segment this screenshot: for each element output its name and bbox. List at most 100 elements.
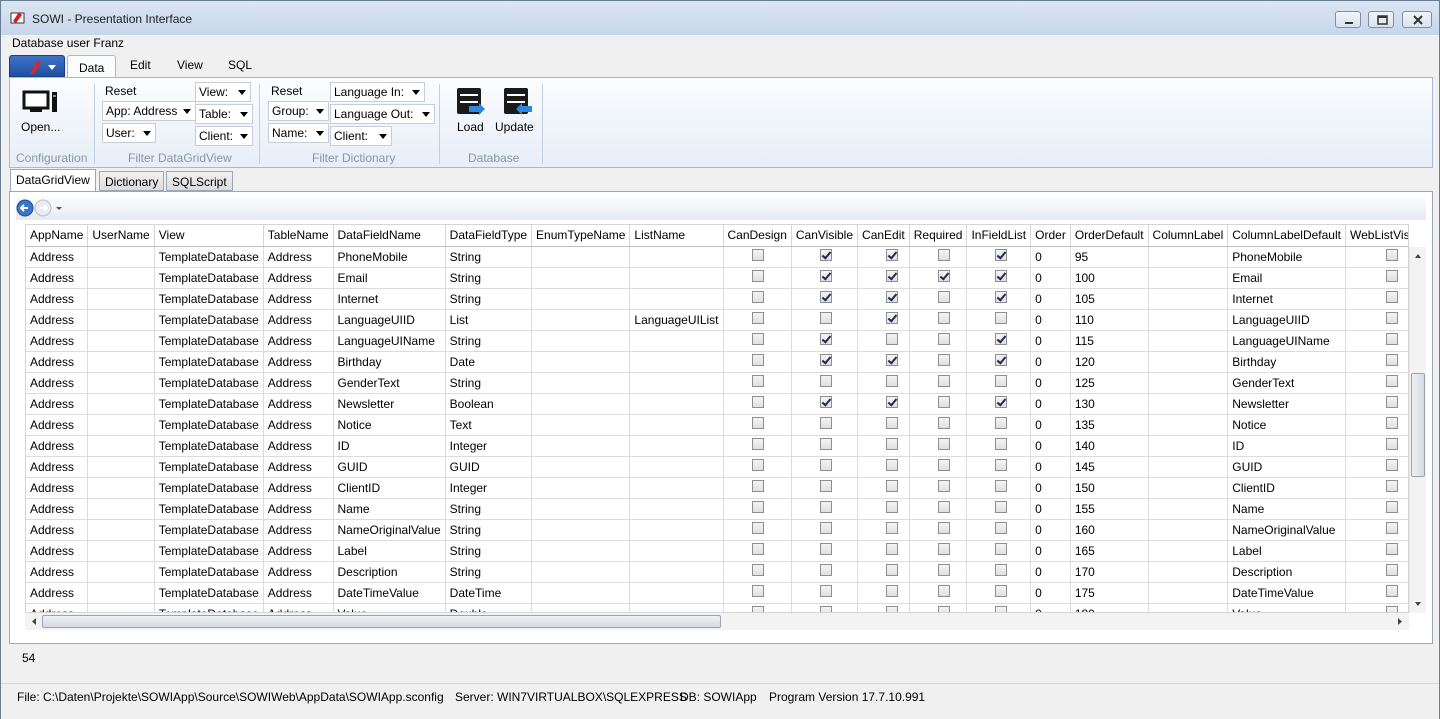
checkbox-cell[interactable] xyxy=(909,372,968,394)
table-cell[interactable] xyxy=(531,519,631,541)
checkbox-unchecked[interactable] xyxy=(886,606,899,612)
table-cell[interactable]: Address xyxy=(26,393,89,415)
table-cell[interactable] xyxy=(629,456,724,478)
tab-view[interactable]: View xyxy=(177,58,203,72)
checkbox-unchecked[interactable] xyxy=(1385,417,1398,430)
table-cell[interactable]: Address xyxy=(263,498,334,520)
table-cell[interactable]: String xyxy=(445,540,533,562)
checkbox-cell[interactable] xyxy=(723,540,792,562)
table-cell[interactable] xyxy=(531,435,631,457)
table-cell[interactable] xyxy=(531,540,631,562)
column-header[interactable]: AppName xyxy=(26,225,89,247)
table-cell[interactable] xyxy=(629,582,724,604)
table-cell[interactable]: 130 xyxy=(1070,393,1149,415)
table-cell[interactable] xyxy=(1148,330,1229,352)
checkbox-unchecked[interactable] xyxy=(819,564,832,577)
checkbox-cell[interactable] xyxy=(966,435,1032,457)
checkbox-cell[interactable] xyxy=(1345,519,1408,541)
table-cell[interactable]: Text xyxy=(445,414,533,436)
column-header[interactable]: InFieldList xyxy=(966,225,1032,247)
table-cell[interactable]: Address xyxy=(26,351,89,373)
table-cell[interactable]: 0 xyxy=(1030,603,1071,612)
table-cell[interactable]: Address xyxy=(26,498,89,520)
data-grid[interactable]: AppName UserName View TableName DataFieldNam… xyxy=(25,224,1409,613)
checkbox-unchecked[interactable] xyxy=(751,312,764,325)
checkbox-unchecked[interactable] xyxy=(819,375,832,388)
table-cell[interactable] xyxy=(87,267,155,289)
table-row[interactable]: Address TemplateDatabase Address PhoneMobil… xyxy=(26,246,1408,268)
table-cell[interactable]: Address xyxy=(26,246,89,268)
column-header[interactable]: DataFieldName xyxy=(333,225,446,247)
checkbox-cell[interactable] xyxy=(1345,393,1408,415)
table-cell[interactable]: Address xyxy=(26,477,89,499)
table-cell[interactable]: GUID xyxy=(333,456,446,478)
checkbox-unchecked[interactable] xyxy=(886,564,899,577)
checkbox-cell[interactable] xyxy=(723,561,792,583)
checkbox-unchecked[interactable] xyxy=(995,438,1008,451)
table-cell[interactable]: Address xyxy=(26,561,89,583)
checkbox-cell[interactable] xyxy=(1345,456,1408,478)
checkbox-unchecked[interactable] xyxy=(937,354,950,367)
table-cell[interactable]: Address xyxy=(26,456,89,478)
vertical-scrollbar[interactable] xyxy=(1409,247,1426,613)
checkbox-unchecked[interactable] xyxy=(937,606,950,612)
checkbox-cell[interactable] xyxy=(909,309,968,331)
checkbox-cell[interactable] xyxy=(909,540,968,562)
table-row[interactable]: Address TemplateDatabase Address Descriptio… xyxy=(26,561,1408,583)
column-header[interactable]: CanEdit xyxy=(857,225,910,247)
table-cell[interactable]: Label xyxy=(1227,540,1346,562)
checkbox-cell[interactable] xyxy=(723,246,792,268)
table-cell[interactable]: LanguageUIName xyxy=(1227,330,1346,352)
tab-sql[interactable]: SQL xyxy=(228,58,252,72)
checkbox-cell[interactable] xyxy=(1345,372,1408,394)
table-cell[interactable] xyxy=(87,351,155,373)
table-cell[interactable] xyxy=(531,309,631,331)
table-cell[interactable] xyxy=(531,582,631,604)
table-cell[interactable] xyxy=(629,393,724,415)
table-cell[interactable]: Address xyxy=(26,582,89,604)
table-cell[interactable]: 0 xyxy=(1030,540,1071,562)
checkbox-cell[interactable] xyxy=(723,288,792,310)
table-cell[interactable]: NameOriginalValue xyxy=(1227,519,1346,541)
table-cell[interactable] xyxy=(1148,267,1229,289)
table-cell[interactable] xyxy=(1148,456,1229,478)
checkbox-checked[interactable] xyxy=(995,270,1008,283)
checkbox-unchecked[interactable] xyxy=(995,480,1008,493)
table-cell[interactable] xyxy=(1148,414,1229,436)
table-cell[interactable]: String xyxy=(445,561,533,583)
checkbox-checked[interactable] xyxy=(995,291,1008,304)
tab-data[interactable]: Data xyxy=(67,55,117,79)
checkbox-cell[interactable] xyxy=(791,267,859,289)
checkbox-cell[interactable] xyxy=(1345,561,1408,583)
table-cell[interactable]: Address xyxy=(26,603,89,612)
checkbox-unchecked[interactable] xyxy=(751,333,764,346)
checkbox-unchecked[interactable] xyxy=(886,501,899,514)
table-row[interactable]: Address TemplateDatabase Address NameOrigin… xyxy=(26,519,1408,541)
checkbox-unchecked[interactable] xyxy=(1385,480,1398,493)
checkbox-unchecked[interactable] xyxy=(751,270,764,283)
table-cell[interactable]: Address xyxy=(263,372,334,394)
table-cell[interactable]: 0 xyxy=(1030,435,1071,457)
checkbox-cell[interactable] xyxy=(791,246,859,268)
table-cell[interactable]: Address xyxy=(263,561,334,583)
table-cell[interactable]: ClientID xyxy=(1227,477,1346,499)
checkbox-cell[interactable] xyxy=(723,519,792,541)
table-cell[interactable]: Address xyxy=(263,435,334,457)
scroll-right-icon[interactable] xyxy=(1393,613,1407,630)
table-cell[interactable]: ClientID xyxy=(333,477,446,499)
checkbox-cell[interactable] xyxy=(909,288,968,310)
checkbox-unchecked[interactable] xyxy=(886,459,899,472)
checkbox-cell[interactable] xyxy=(723,498,792,520)
table-cell[interactable]: 145 xyxy=(1070,456,1149,478)
table-cell[interactable]: Address xyxy=(263,456,334,478)
table-row[interactable]: Address TemplateDatabase Address Label Strin… xyxy=(26,540,1408,562)
checkbox-cell[interactable] xyxy=(909,267,968,289)
table-cell[interactable] xyxy=(1148,435,1229,457)
checkbox-unchecked[interactable] xyxy=(1385,354,1398,367)
checkbox-checked[interactable] xyxy=(819,396,832,409)
table-cell[interactable] xyxy=(1148,519,1229,541)
group-filter-combo[interactable]: Group: xyxy=(268,101,329,121)
table-cell[interactable]: 0 xyxy=(1030,414,1071,436)
checkbox-unchecked[interactable] xyxy=(1385,459,1398,472)
table-cell[interactable]: Address xyxy=(263,540,334,562)
